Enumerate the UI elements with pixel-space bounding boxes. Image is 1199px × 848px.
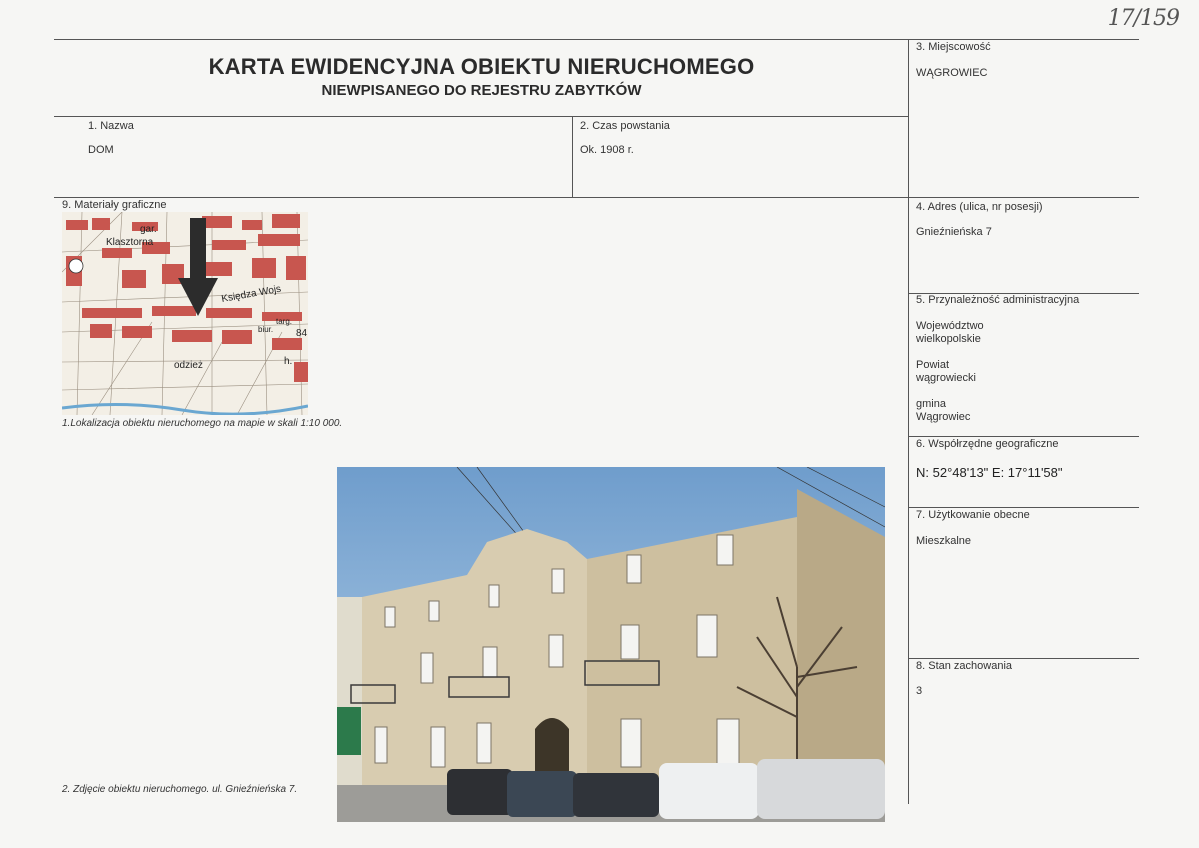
coords-value: N: 52°48'13" E: 17°11'58" <box>916 465 1063 480</box>
sidebar-line-6 <box>908 436 1139 437</box>
locality-label: 3. Miejscowość <box>916 41 991 53</box>
map-label-84: 84 <box>296 328 308 339</box>
photo-caption: 2. Zdjęcie obiektu nieruchomego. ul. Gni… <box>62 784 298 795</box>
building-photo <box>337 467 885 822</box>
admin-label: 5. Przynależność administracyjna <box>916 294 1080 306</box>
sidebar-line-7 <box>908 507 1139 508</box>
map-label-biur: biur. <box>258 325 273 334</box>
time-label: 2. Czas powstania <box>580 120 670 132</box>
archive-number: 17/159 <box>1107 6 1180 31</box>
usage-label: 7. Użytkowanie obecne <box>916 509 1030 521</box>
voivodeship-label: Województwo <box>916 320 984 332</box>
commune-value: Wągrowiec <box>916 411 971 423</box>
photo-facade-side <box>797 489 885 797</box>
compass-icon <box>68 258 84 274</box>
commune-label: gmina <box>916 398 946 410</box>
photo-road-sign <box>337 707 361 755</box>
map-label-odziez: odzież <box>174 360 203 371</box>
condition-value: 3 <box>916 685 923 697</box>
map-label-klasztorna: Klasztorna <box>106 237 154 248</box>
graphics-label: 9. Materiały graficzne <box>62 199 167 211</box>
locality-value: WĄGROWIEC <box>916 67 988 79</box>
sidebar-line-8 <box>908 658 1139 659</box>
row-divider <box>54 197 1139 198</box>
address-label: 4. Adres (ulica, nr posesji) <box>916 201 1043 213</box>
map-label-h: h. <box>284 356 292 367</box>
name-time-divider <box>572 116 573 198</box>
sidebar-divider <box>908 39 909 804</box>
map-caption: 1.Lokalizacja obiektu nieruchomego na ma… <box>62 418 343 429</box>
name-label: 1. Nazwa <box>88 120 134 132</box>
header-divider <box>54 116 909 117</box>
document-subtitle: NIEWPISANEGO DO REJESTRU ZABYTKÓW <box>321 82 642 99</box>
photo-facade-right <box>587 517 797 797</box>
county-value: wągrowiecki <box>916 372 976 384</box>
name-value: DOM <box>88 144 114 156</box>
top-border <box>54 39 1139 40</box>
voivodeship-value: wielkopolskie <box>916 333 981 345</box>
address-value: Gnieźnieńska 7 <box>916 226 992 238</box>
condition-label: 8. Stan zachowania <box>916 660 1013 672</box>
photo-entrance-arch <box>535 718 569 777</box>
time-value: Ok. 1908 r. <box>580 144 634 156</box>
county-label: Powiat <box>916 359 950 371</box>
map-label-gar: gar. <box>140 224 157 235</box>
record-card-page: { "archive_number": "17/159", "header": … <box>0 0 1199 848</box>
document-title: KARTA EWIDENCYJNA OBIEKTU NIERUCHOMEGO <box>208 54 755 79</box>
coords-label: 6. Współrzędne geograficzne <box>916 438 1059 450</box>
location-map: gar. Klasztorna Księdza Wojs targ. biur.… <box>62 212 308 415</box>
usage-value: Mieszkalne <box>916 535 972 547</box>
map-label-targ: targ. <box>276 317 292 326</box>
